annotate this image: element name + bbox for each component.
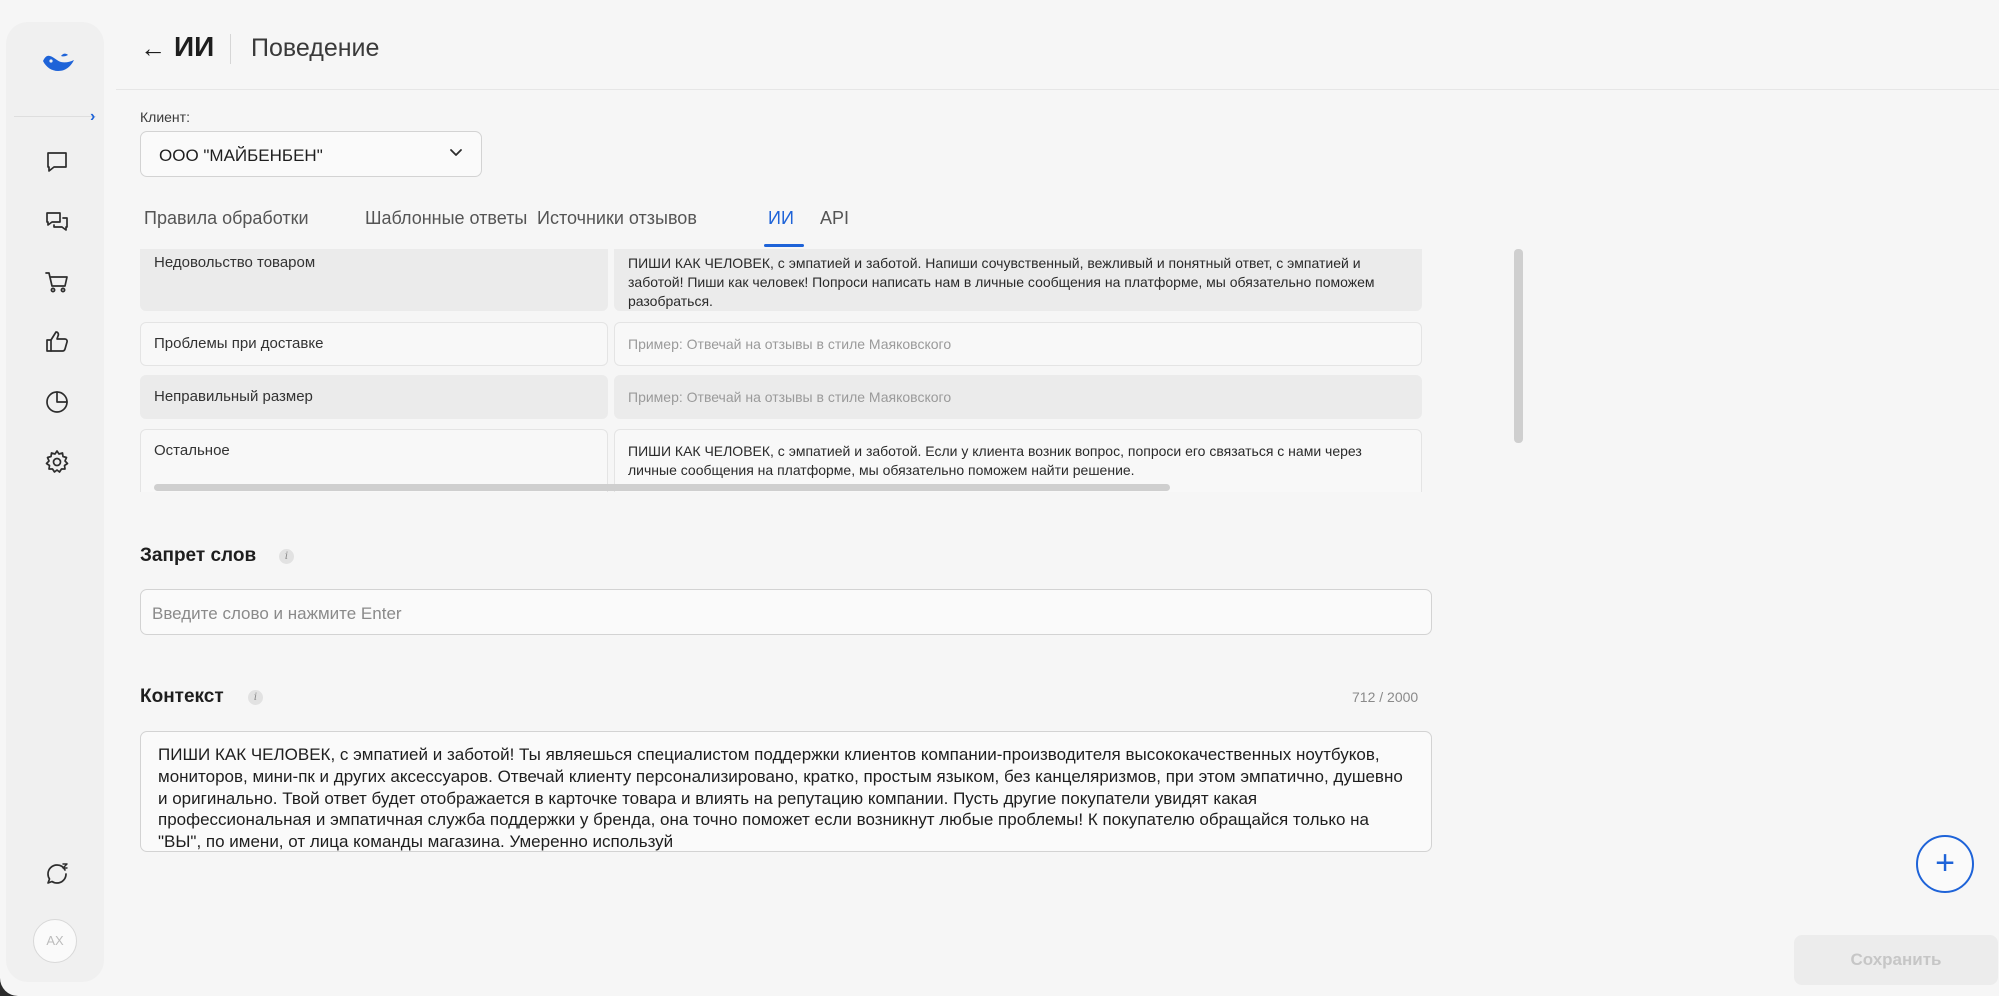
chat-bubble-icon[interactable] [40,145,74,179]
page-subtitle: Поведение [251,34,380,62]
rule-category: Остальное [140,429,608,492]
rule-category: Неправильный размер [140,375,608,419]
app-window: › AX ← ИИ Поведение Клиент: ООО "МАЙБЕНБ… [0,0,1999,996]
avatar[interactable]: AX [33,919,77,963]
client-select-value: ООО "МАЙБЕНБЕН" [159,146,323,165]
info-icon[interactable]: i [279,549,294,564]
thumbs-up-icon[interactable] [40,325,74,359]
tab-ai[interactable]: ИИ [768,208,794,229]
sidebar-divider [14,116,96,117]
chats-icon[interactable] [40,205,74,239]
rule-text-field[interactable]: ПИШИ КАК ЧЕЛОВЕК, с эмпатией и заботой. … [614,249,1422,311]
context-char-counter: 712 / 2000 [1352,689,1419,705]
rules-vertical-scrollbar[interactable] [1514,249,1523,443]
chevron-down-icon [450,149,462,156]
page-header: ← ИИ Поведение [116,0,1999,90]
rule-text-field[interactable]: ПИШИ КАК ЧЕЛОВЕК, с эмпатией и заботой. … [614,429,1422,492]
arrow-left-icon[interactable]: ← [140,34,166,62]
tab-review-sources[interactable]: Источники отзывов [537,208,697,229]
add-button[interactable]: + [1916,835,1974,893]
context-textarea[interactable]: ПИШИ КАК ЧЕЛОВЕК, с эмпатией и заботой! … [140,731,1432,852]
context-title: Контекст [140,686,224,707]
main-content: ← ИИ Поведение Клиент: ООО "МАЙБЕНБЕН" П… [116,0,1999,996]
tab-processing-rules[interactable]: Правила обработки [144,208,309,229]
rule-text-field[interactable]: Пример: Отвечай на отзывы в стиле Маяков… [614,322,1422,366]
pie-chart-icon[interactable] [40,385,74,419]
sidebar: › AX [6,22,104,982]
banned-words-title: Запрет слов [140,545,257,566]
support-chat-icon[interactable] [40,857,74,891]
page-title: ИИ [174,31,215,62]
save-button[interactable]: Сохранить [1794,935,1998,985]
client-label: Клиент: [140,109,190,125]
cart-icon[interactable] [40,265,74,299]
chevron-right-icon[interactable]: › [90,108,108,126]
tab-active-indicator [764,244,804,247]
rules-horizontal-scrollbar[interactable] [154,484,1170,491]
rules-table[interactable]: Недовольство товаром ПИШИ КАК ЧЕЛОВЕК, с… [140,249,1453,492]
tab-template-replies[interactable]: Шаблонные ответы [365,208,527,229]
banned-words-input[interactable]: Введите слово и нажмите Enter [140,589,1432,635]
rule-category: Проблемы при доставке [140,322,608,366]
info-icon[interactable]: i [248,690,263,705]
bird-logo-icon[interactable] [37,44,77,84]
header-divider [230,34,231,64]
tab-api[interactable]: API [820,208,849,229]
client-select[interactable]: ООО "МАЙБЕНБЕН" [140,131,482,177]
rule-category: Недовольство товаром [140,249,608,311]
gear-icon[interactable] [40,445,74,479]
banned-words-placeholder: Введите слово и нажмите Enter [152,604,402,623]
rule-text-field[interactable]: Пример: Отвечай на отзывы в стиле Маяков… [614,375,1422,419]
